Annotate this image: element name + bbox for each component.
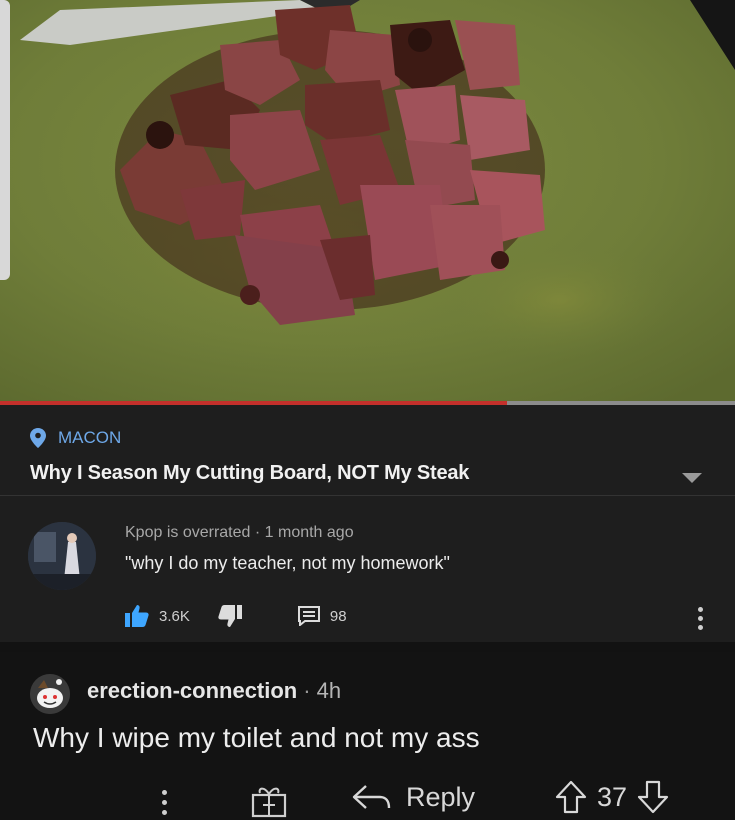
gift-award-icon[interactable] <box>250 784 288 818</box>
steak-on-cutting-board-image <box>0 0 735 405</box>
downvote-arrow-icon[interactable] <box>637 780 669 814</box>
comment-header: erection-connection · 4h <box>87 678 341 704</box>
comment-icon <box>297 606 320 626</box>
comment-toolbar: Reply 37 <box>0 780 735 820</box>
meta-separator: · <box>303 678 311 703</box>
comment-actions: 3.6K 98 <box>125 605 347 627</box>
like-button[interactable]: 3.6K <box>125 605 190 627</box>
reddit-comment: erection-connection · 4h Why I wipe my toi… <box>0 652 735 820</box>
avatar[interactable] <box>28 522 96 590</box>
location-pin-icon <box>30 428 46 448</box>
thumbs-up-icon <box>125 605 149 627</box>
more-options-icon[interactable] <box>162 790 170 820</box>
video-info-panel: MACON Why I Season My Cutting Board, NOT… <box>0 405 735 642</box>
thumbs-down-icon <box>218 605 242 627</box>
avatar-image <box>28 522 96 590</box>
comment-time: 1 month ago <box>264 524 354 541</box>
video-title[interactable]: Why I Season My Cutting Board, NOT My St… <box>30 462 469 485</box>
comment-author[interactable]: Kpop is overrated <box>125 524 250 541</box>
upvote-arrow-icon[interactable] <box>555 780 587 814</box>
meta-separator: · <box>254 524 265 541</box>
location-tag[interactable]: MACON <box>30 428 121 448</box>
snoo-avatar-icon <box>30 674 70 714</box>
reply-arrow-icon <box>352 784 391 809</box>
reply-button[interactable]: Reply <box>352 782 475 813</box>
divider <box>0 495 735 496</box>
comment-age: 4h <box>316 678 342 703</box>
dislike-button[interactable] <box>218 605 242 627</box>
vote-score: 37 <box>597 781 628 812</box>
reply-label: Reply <box>406 782 476 812</box>
like-count: 3.6K <box>159 607 190 625</box>
comment-body: Why I wipe my toilet and not my ass <box>33 722 480 753</box>
chevron-down-icon[interactable] <box>682 473 702 483</box>
username[interactable]: erection-connection <box>87 678 297 703</box>
user-avatar[interactable] <box>30 674 70 714</box>
video-thumbnail[interactable] <box>0 0 735 405</box>
vote-widget: 37 <box>555 780 669 814</box>
slide-handle[interactable] <box>0 0 10 280</box>
replies-button[interactable]: 98 <box>297 606 347 626</box>
more-options-icon[interactable] <box>698 607 704 634</box>
comment-text: "why I do my teacher, not my homework" <box>125 553 450 573</box>
reply-count: 98 <box>329 607 347 625</box>
comment-meta: Kpop is overrated · 1 month ago <box>125 524 354 542</box>
location-label: MACON <box>58 428 122 447</box>
